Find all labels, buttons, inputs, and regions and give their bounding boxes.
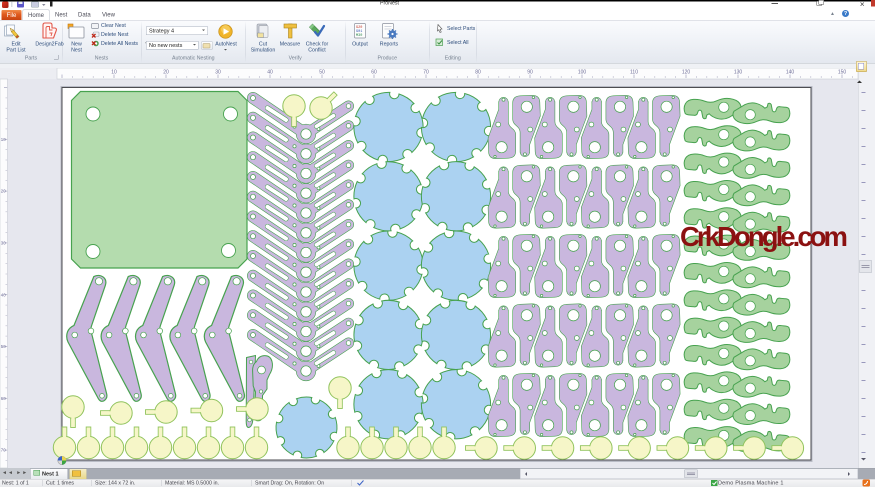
svg-text:150: 150: [838, 70, 847, 76]
svg-text:140: 140: [786, 70, 795, 76]
svg-text:110: 110: [630, 70, 638, 76]
svg-text:120: 120: [682, 70, 691, 76]
svg-text:20: 20: [163, 70, 169, 76]
svg-text:30: 30: [215, 70, 221, 76]
svg-text:50: 50: [319, 70, 325, 76]
svg-text:50: 50: [1, 344, 6, 349]
svg-text:30: 30: [1, 241, 6, 246]
svg-text:70: 70: [423, 70, 429, 76]
svg-text:130: 130: [734, 70, 743, 76]
svg-text:100: 100: [578, 70, 587, 76]
svg-text:10: 10: [1, 137, 6, 142]
svg-text:CrkDongle.com: CrkDongle.com: [680, 221, 848, 252]
svg-text:60: 60: [1, 396, 6, 401]
svg-text:70: 70: [1, 448, 6, 453]
svg-text:M30: M30: [356, 34, 362, 38]
svg-text:90: 90: [527, 70, 533, 76]
svg-text:40: 40: [267, 70, 273, 76]
svg-text:80: 80: [475, 70, 481, 76]
svg-text:40: 40: [1, 292, 6, 297]
svg-text:60: 60: [371, 70, 377, 76]
svg-text:10: 10: [111, 70, 117, 76]
svg-text:20: 20: [1, 189, 6, 194]
